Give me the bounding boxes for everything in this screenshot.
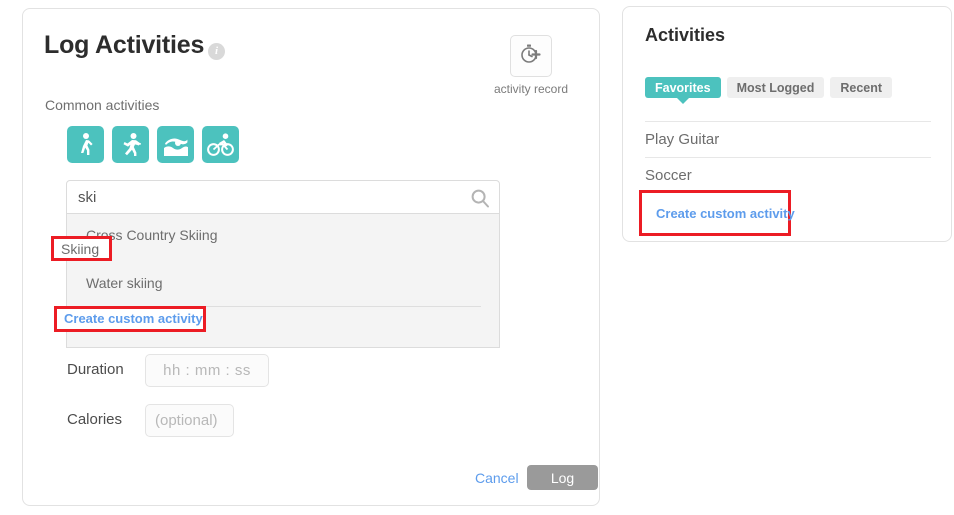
activity-record-button[interactable] — [510, 35, 552, 77]
tab-recent[interactable]: Recent — [830, 77, 892, 98]
activity-search-value: ski — [78, 189, 96, 206]
app-root: Log Activities i activity record Common … — [0, 0, 954, 515]
page-title: Log Activities — [44, 31, 204, 60]
cycling-icon[interactable] — [202, 126, 239, 163]
activities-tabs: Favorites Most Logged Recent — [645, 77, 892, 98]
cancel-button[interactable]: Cancel — [475, 470, 519, 486]
running-icon[interactable] — [112, 126, 149, 163]
tab-favorites[interactable]: Favorites — [645, 77, 721, 98]
calories-input[interactable]: (optional) — [145, 404, 234, 437]
activity-record-label: activity record — [484, 82, 578, 96]
stopwatch-plus-icon — [519, 42, 543, 71]
common-activities-label: Common activities — [45, 97, 159, 113]
duration-input[interactable]: hh : mm : ss — [145, 354, 269, 387]
suggestion-option[interactable]: Water skiing — [86, 275, 163, 291]
list-item[interactable]: Play Guitar — [645, 121, 931, 157]
info-icon[interactable]: i — [208, 43, 225, 60]
calories-label: Calories — [67, 411, 122, 428]
activities-panel-title: Activities — [645, 25, 725, 46]
activity-record-control[interactable]: activity record — [484, 35, 578, 96]
walking-icon[interactable] — [67, 126, 104, 163]
annotation-label-create-activities[interactable]: Create custom activity — [656, 206, 795, 221]
duration-label: Duration — [67, 361, 124, 378]
log-button[interactable]: Log — [527, 465, 598, 490]
search-icon[interactable] — [470, 188, 490, 213]
list-item[interactable]: Soccer — [645, 157, 931, 193]
swimming-icon[interactable] — [157, 126, 194, 163]
annotation-label-skiing[interactable]: Skiing — [61, 241, 99, 257]
tab-most-logged[interactable]: Most Logged — [727, 77, 825, 98]
annotation-label-create-dropdown[interactable]: Create custom activity — [64, 311, 203, 326]
activity-search-input[interactable]: ski — [66, 180, 500, 214]
common-activities-row — [67, 126, 239, 163]
